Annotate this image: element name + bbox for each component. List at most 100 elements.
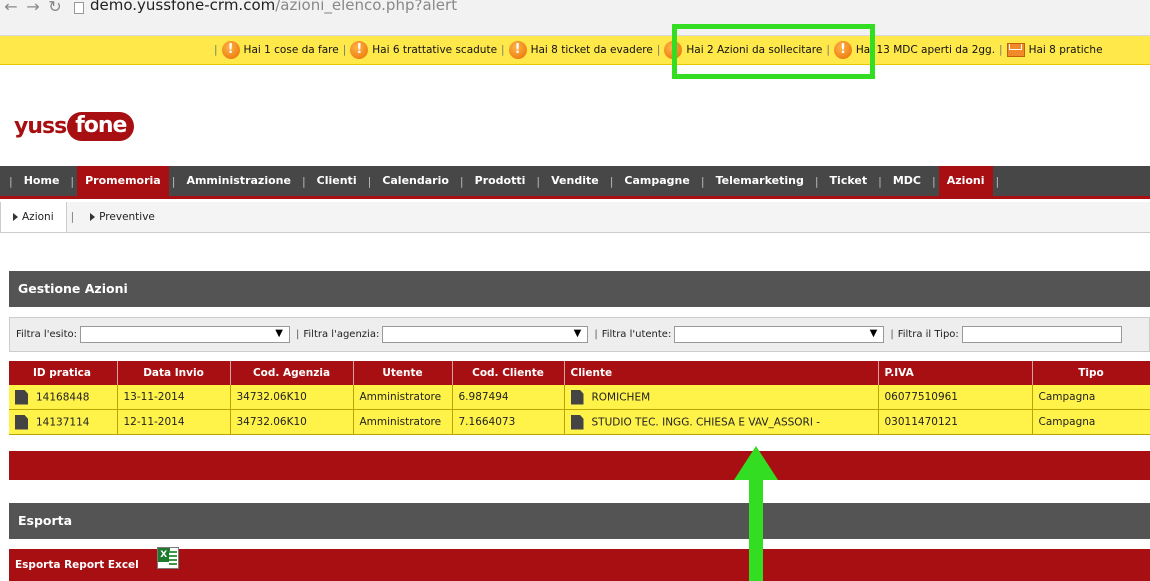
forward-arrow-icon[interactable]: → [22,0,44,15]
cell-tipo: Campagna [1032,409,1150,435]
filter-agenzia-select[interactable]: ▼ [382,326,589,343]
dropdown-arrow-icon: ▼ [869,328,878,339]
filter-agenzia-label: Filtra l'agenzia: [303,329,380,340]
filter-esito-select[interactable]: ▼ [80,326,290,343]
filter-utente-label: Filtra l'utente: [601,329,672,340]
cell-id-pratica[interactable]: 14168448 [9,385,118,410]
reload-icon[interactable]: ↻ [44,0,66,15]
menu-item-ticket[interactable]: Ticket [828,166,870,196]
cell-text: 14168448 [36,391,90,403]
menu-item-prodotti[interactable]: Prodotti [473,166,528,196]
export-bar: Esporta Report Excel [9,547,1150,581]
alert-text: Hai 8 pratiche [1028,44,1103,56]
cell-piva: 06077510961 [878,385,1033,410]
cell-text: ROMICHEM [591,391,651,403]
cell-id-pratica[interactable]: 14137114 [9,409,118,435]
dropdown-arrow-icon: ▼ [275,328,283,339]
exclamation-icon: ! [833,41,852,59]
filter-tipo-select[interactable] [961,326,1122,343]
document-icon[interactable] [570,414,584,430]
url-host: demo.yussfone-crm.com [90,0,276,14]
filter-separator: | [296,329,300,340]
filter-utente-select[interactable]: ▼ [674,326,885,343]
esporta-header: Esporta [9,503,1150,539]
cell-cod-cliente: 6.987494 [452,385,565,410]
menu-item-campagne[interactable]: Campagne [622,166,691,196]
alert-separator: | [342,44,347,56]
url-path: /azioni_elenco.php?alert [275,0,458,14]
filter-separator: | [890,329,894,340]
table-row[interactable]: 14137114 12-11-2014 34732.06K10 Amminist… [9,409,1150,435]
col-header-id-pratica[interactable]: ID pratica [9,361,118,385]
submenu-item-azioni[interactable]: Azioni [0,202,67,232]
menu-item-calendario[interactable]: Calendario [380,166,451,196]
filter-esito-label: Filtra l'esito: [16,329,77,340]
menu-item-promemoria[interactable]: Promemoria [77,166,169,196]
cell-cod-agenzia: 34732.06K10 [230,409,354,435]
menu-item-azioni[interactable]: Azioni [938,166,993,196]
col-header-tipo[interactable]: Tipo [1032,361,1150,385]
filter-separator: | [594,329,598,340]
exclamation-icon: ! [664,41,683,59]
menu-separator: | [536,174,541,188]
col-header-cod-cliente[interactable]: Cod. Cliente [452,361,565,385]
alert-ticket[interactable]: ! Hai 8 ticket da evadere [508,41,653,59]
alert-pratiche[interactable]: Hai 8 pratiche [1006,43,1103,57]
cell-cliente[interactable]: ROMICHEM [564,385,879,410]
document-icon[interactable] [15,414,28,430]
triangle-right-icon [13,213,18,221]
exclamation-icon: ! [221,41,240,59]
alert-text: Hai 13 MDC aperti da 2gg. [855,44,996,56]
col-header-utente[interactable]: Utente [353,361,453,385]
excel-icon[interactable] [156,547,179,569]
submenu-label: Preventive [99,211,155,223]
menu-item-home[interactable]: Home [22,166,62,196]
col-header-cod-agenzia[interactable]: Cod. Agenzia [230,361,354,385]
back-arrow-icon[interactable]: ← [0,0,22,15]
alert-mdc[interactable]: ! Hai 13 MDC aperti da 2gg. [833,41,996,59]
cell-data-invio: 12-11-2014 [117,409,231,435]
sub-menu: Azioni | Preventive [0,202,1150,233]
submenu-separator: | [70,211,75,223]
menu-item-vendite[interactable]: Vendite [549,166,601,196]
col-header-data-invio[interactable]: Data Invio [117,361,231,385]
menu-item-telemarketing[interactable]: Telemarketing [714,166,806,196]
filter-tipo-label: Filtra il Tipo: [897,329,959,340]
alert-bar: | ! Hai 1 cose da fare | ! Hai 6 trattativ… [0,36,1150,65]
menu-item-amministrazione[interactable]: Amministrazione [184,166,292,196]
table-footer [9,451,1150,480]
col-header-cliente[interactable]: Cliente [564,361,879,385]
url-field[interactable]: demo.yussfone-crm.com/azioni_elenco.php?… [90,0,458,14]
cell-utente: Amministratore [353,385,453,410]
submenu-item-preventive[interactable]: Preventive [78,202,167,232]
dropdown-arrow-icon: ▼ [573,328,582,339]
menu-separator: | [609,174,614,188]
alert-separator: | [826,44,830,56]
alert-separator: | [214,44,218,56]
annotation-arrow [734,446,778,581]
menu-item-mdc[interactable]: MDC [891,166,923,196]
cell-piva: 03011470121 [878,409,1033,435]
cell-utente: Amministratore [353,409,453,435]
alert-todo[interactable]: ! Hai 1 cose da fare [221,41,339,59]
page-icon [74,2,84,14]
azioni-table: ID pratica Data Invio Cod. Agenzia Utent… [9,361,1150,435]
col-header-piva[interactable]: P.IVA [878,361,1033,385]
document-icon[interactable] [570,389,584,405]
alert-trattative[interactable]: ! Hai 6 trattative scadute [350,41,497,59]
alert-text: Hai 1 cose da fare [243,44,339,56]
menu-separator: | [995,174,1000,188]
cell-text: 14137114 [36,416,90,428]
logo[interactable]: yuss fone [14,107,135,145]
cell-data-invio: 13-11-2014 [117,385,231,410]
main-menu: | Home | Promemoria | Amministrazione | … [0,166,1150,199]
document-icon[interactable] [15,389,28,405]
cell-tipo: Campagna [1032,385,1150,410]
menu-item-clienti[interactable]: Clienti [315,166,359,196]
alert-text: Hai 2 Azioni da sollecitare [686,44,823,56]
cell-text: STUDIO TEC. INGG. CHIESA E VAV_ASSORI - [591,416,821,428]
alert-azioni[interactable]: ! Hai 2 Azioni da sollecitare [664,41,822,59]
table-row[interactable]: 14168448 13-11-2014 34732.06K10 Amminist… [9,385,1150,410]
cell-cliente[interactable]: STUDIO TEC. INGG. CHIESA E VAV_ASSORI - [564,409,879,435]
export-excel-link[interactable]: Esporta Report Excel [15,559,139,571]
